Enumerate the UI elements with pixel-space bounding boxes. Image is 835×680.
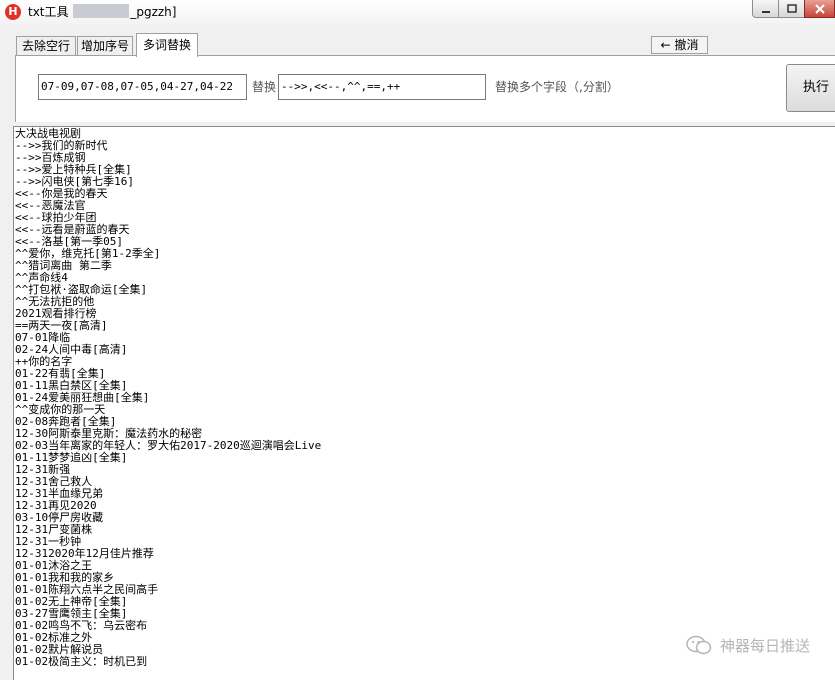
output-line: <<--球拍少年团 — [15, 211, 97, 224]
watermark: 神器每日推送 — [686, 635, 810, 656]
hint-text: 替换多个字段（,分割） — [495, 80, 619, 94]
output-line: 大决战电视剧 — [15, 127, 81, 140]
output-line: 12-31再见2020 — [15, 499, 97, 512]
output-line: 01-01沐浴之王 — [15, 559, 93, 572]
output-line: 12-31新强 — [15, 463, 71, 476]
execute-button[interactable]: 执行 — [786, 64, 835, 112]
app-window: H txt工具 _pgzzh] 去除空行 增加序号 多词替换 ← 撤消 07-09… — [0, 0, 835, 680]
output-line: 01-11梦梦追凶[全集] — [15, 451, 128, 464]
output-line: 12-31舍己救人 — [15, 475, 93, 488]
output-line: 01-02鸣鸟不飞：乌云密布 — [15, 619, 148, 632]
minimize-button[interactable] — [752, 0, 779, 18]
output-line: ++你的名字 — [15, 355, 73, 368]
output-line: ^^变成你的那一天 — [15, 403, 106, 416]
output-line: 01-22有翡[全集] — [15, 367, 106, 380]
output-line: -->>闪电侠[第七季16] — [15, 175, 134, 188]
output-line: <<--恶魔法官 — [15, 199, 86, 212]
output-line: 03-10停尸房收藏 — [15, 511, 104, 524]
redacted-block — [73, 4, 130, 18]
search-terms-input[interactable]: 07-09,07-08,07-05,04-27,04-22 — [38, 74, 247, 100]
window-title-prefix: txt工具 — [28, 5, 69, 19]
output-line: 2021观看排行榜 — [15, 307, 97, 320]
output-line: <<--远看是蔚蓝的春天 — [15, 223, 130, 236]
output-line: ^^猎词离曲 第二季 — [15, 259, 112, 272]
tab-multi-replace[interactable]: 多词替换 — [136, 33, 198, 57]
output-line: ^^无法抗拒的他 — [15, 295, 95, 308]
output-line: 01-02无上神帝[全集] — [15, 595, 128, 608]
window-title-suffix: _pgzzh] — [130, 5, 177, 19]
output-line: 01-24爱美丽狂想曲[全集] — [15, 391, 150, 404]
output-line: -->>爱上特种兵[全集] — [15, 163, 132, 176]
undo-label: 撤消 — [674, 38, 699, 52]
output-line: 01-02极简主义：时机已到 — [15, 655, 148, 668]
multi-replace-panel: 07-09,07-08,07-05,04-27,04-22 替换 -->>,<<… — [15, 55, 835, 122]
window-title: txt工具 _pgzzh] — [28, 4, 176, 20]
close-icon — [814, 4, 825, 14]
watermark-text: 神器每日推送 — [719, 637, 810, 655]
output-line: ==两天一夜[高清] — [15, 319, 108, 332]
wechat-icon — [686, 635, 712, 655]
tab-remove-blank-lines[interactable]: 去除空行 — [16, 36, 76, 56]
output-line: 02-03当年离家的年轻人：罗大佑2017-2020巡迴演唱会Live — [15, 439, 322, 452]
title-bar[interactable]: H txt工具 _pgzzh] — [0, 0, 835, 24]
tab-add-index[interactable]: 增加序号 — [77, 36, 133, 56]
output-line: 12-31尸变菌株 — [15, 523, 93, 536]
output-textarea[interactable]: 大决战电视剧 -->>我们的新时代 -->>百炼成钢 -->>爱上特种兵[全集] -->… — [13, 126, 835, 680]
output-line: -->>我们的新时代 — [15, 139, 108, 152]
output-line: 01-01陈翔六点半之民间高手 — [15, 583, 159, 596]
output-line: ^^打包袱·盗取命运[全集] — [15, 283, 148, 296]
output-line: ^^爱你，维克托[第1-2季全] — [15, 247, 161, 260]
maximize-icon — [786, 4, 797, 13]
undo-button[interactable]: ← 撤消 — [651, 36, 708, 54]
output-line: 12-312020年12月佳片推荐 — [15, 547, 154, 560]
output-line: 02-24人间中毒[高清] — [15, 343, 128, 356]
output-line: -->>百炼成钢 — [15, 151, 86, 164]
arrow-left-icon: ← — [660, 38, 671, 52]
replacement-terms-input[interactable]: -->>,<<--,^^,==,++ — [278, 74, 486, 100]
close-button[interactable] — [804, 0, 835, 18]
maximize-button[interactable] — [778, 0, 805, 18]
minimize-icon — [761, 11, 770, 13]
app-logo-icon: H — [5, 4, 21, 20]
replace-label: 替换 — [252, 80, 277, 94]
output-line: <<--你是我的春天 — [15, 187, 108, 200]
output-line: 12-31半血缘兄弟 — [15, 487, 104, 500]
output-line: 07-01降临 — [15, 331, 71, 344]
